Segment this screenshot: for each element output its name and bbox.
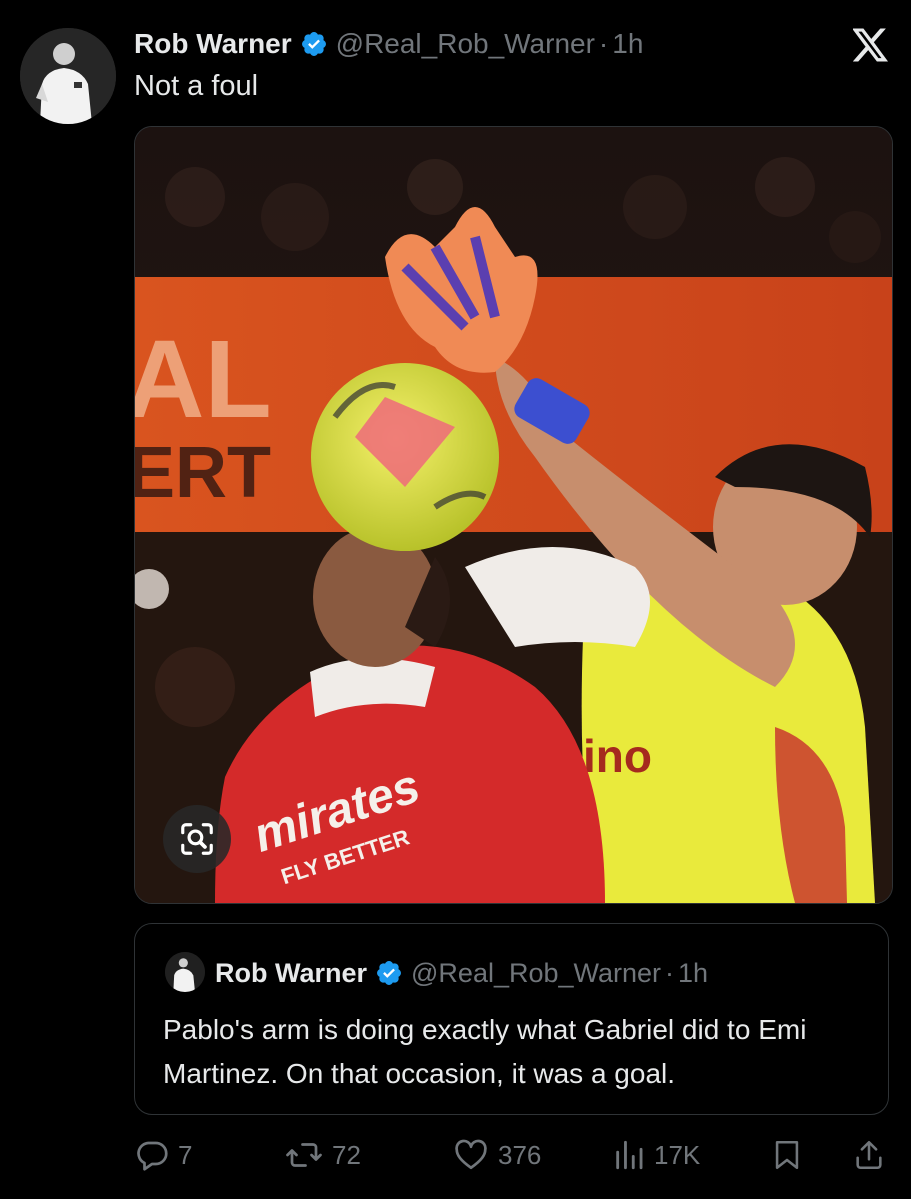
bookmark-button[interactable] bbox=[770, 1130, 804, 1180]
board-text-al: AL bbox=[135, 318, 272, 441]
shirt-text-ino: ino bbox=[583, 730, 652, 782]
quoted-author-avatar bbox=[165, 952, 205, 992]
verified-badge-icon bbox=[375, 959, 403, 987]
heart-icon bbox=[455, 1139, 487, 1170]
football-photo: AL ERT ino mirates FLY BETTER bbox=[135, 127, 892, 903]
like-count: 376 bbox=[498, 1139, 542, 1170]
quoted-author-handle: @Real_Rob_Warner bbox=[411, 957, 662, 988]
reply-count: 7 bbox=[178, 1139, 193, 1170]
avatar-photo bbox=[165, 952, 205, 992]
visual-search-icon bbox=[181, 823, 213, 855]
board-text-ert: ERT bbox=[135, 433, 271, 513]
verified-badge-icon bbox=[300, 30, 328, 58]
tweet-action-bar: 7 72 376 17K bbox=[134, 1130, 894, 1180]
x-logo-icon bbox=[852, 28, 889, 62]
quoted-tweet-header: Rob Warner @Real_Rob_Warner · 1h bbox=[215, 955, 708, 991]
reply-button[interactable]: 7 bbox=[134, 1130, 192, 1180]
separator-dot: · bbox=[665, 957, 675, 988]
bookmark-icon bbox=[775, 1140, 799, 1170]
views-chart-icon bbox=[616, 1140, 643, 1170]
author-avatar[interactable] bbox=[20, 28, 116, 124]
separator-dot: · bbox=[598, 28, 609, 59]
repost-button[interactable]: 72 bbox=[284, 1130, 361, 1180]
avatar-photo bbox=[20, 28, 116, 124]
repost-icon bbox=[286, 1143, 322, 1167]
quoted-author-name: Rob Warner bbox=[215, 957, 368, 988]
share-icon bbox=[856, 1140, 882, 1170]
repost-count: 72 bbox=[332, 1139, 361, 1170]
like-button[interactable]: 376 bbox=[452, 1130, 541, 1180]
share-button[interactable] bbox=[852, 1130, 886, 1180]
author-name[interactable]: Rob Warner bbox=[134, 28, 292, 60]
visual-search-button[interactable] bbox=[163, 805, 231, 873]
reply-icon bbox=[137, 1141, 168, 1171]
tweet-header: Rob Warner @Real_Rob_Warner · 1h bbox=[134, 26, 643, 62]
views-button[interactable]: 17K bbox=[612, 1130, 700, 1180]
quoted-tweet[interactable]: Rob Warner @Real_Rob_Warner · 1h Pablo's… bbox=[134, 923, 889, 1115]
tweet-media-photo[interactable]: AL ERT ino mirates FLY BETTER bbox=[134, 126, 893, 904]
view-count: 17K bbox=[654, 1139, 701, 1170]
tweet-text: Not a foul bbox=[134, 70, 259, 102]
author-handle[interactable]: @Real_Rob_Warner bbox=[336, 28, 595, 60]
quoted-tweet-timestamp: 1h bbox=[678, 957, 709, 988]
tweet-timestamp[interactable]: 1h bbox=[612, 28, 643, 60]
quoted-tweet-text: Pablo's arm is doing exactly what Gabrie… bbox=[163, 1014, 807, 1089]
